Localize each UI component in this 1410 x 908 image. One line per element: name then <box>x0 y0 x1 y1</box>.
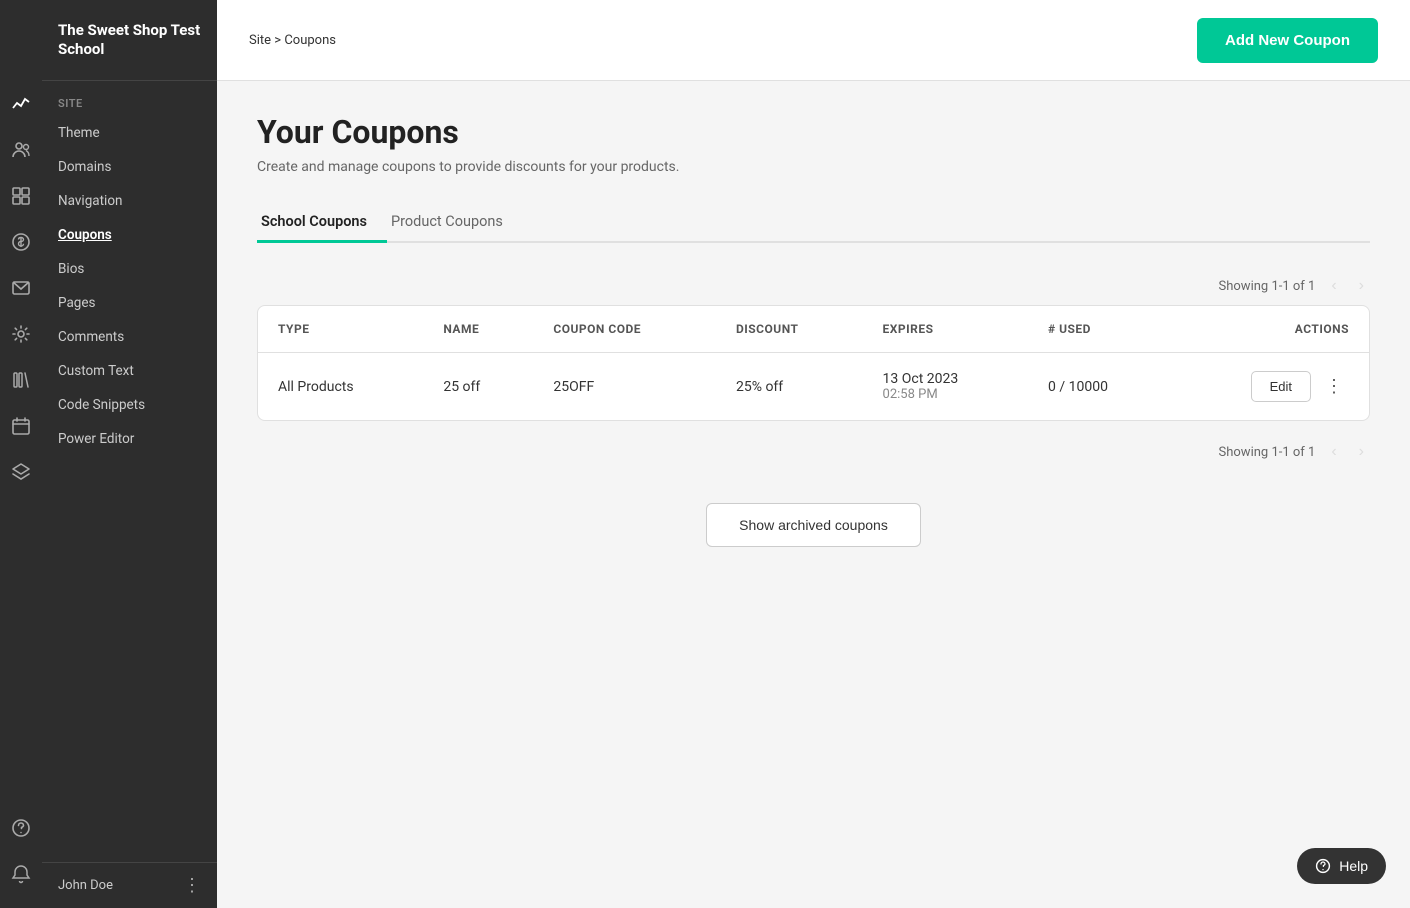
row-type: All Products <box>258 353 423 421</box>
page-subtitle: Create and manage coupons to provide dis… <box>257 159 1370 175</box>
row-actions: Edit ⋮ <box>1171 353 1369 421</box>
add-coupon-button[interactable]: Add New Coupon <box>1197 18 1378 63</box>
sidebar-label-custom-text: Custom Text <box>58 363 134 379</box>
notification-rail-icon[interactable] <box>7 860 35 888</box>
col-expires: EXPIRES <box>863 306 1028 353</box>
sidebar-item-domains[interactable]: Domains <box>42 150 217 184</box>
sidebar-item-bios[interactable]: Bios <box>42 252 217 286</box>
row-name: 25 off <box>423 353 533 421</box>
breadcrumb-separator: > <box>274 33 281 48</box>
sidebar-label-power-editor: Power Editor <box>58 431 134 447</box>
help-rail-icon[interactable] <box>7 814 35 842</box>
calendar-icon[interactable] <box>7 412 35 440</box>
sidebar-label-pages: Pages <box>58 295 96 311</box>
row-code: 25OFF <box>533 353 716 421</box>
help-circle-icon <box>1315 858 1331 874</box>
sidebar-label-theme: Theme <box>58 125 100 141</box>
dollar-icon[interactable] <box>7 228 35 256</box>
tab-product-coupons[interactable]: Product Coupons <box>387 203 523 243</box>
pagination-top-text: Showing 1-1 of 1 <box>1219 279 1316 294</box>
sidebar-item-code-snippets[interactable]: Code Snippets <box>42 388 217 422</box>
sidebar-item-navigation[interactable]: Navigation <box>42 184 217 218</box>
archived-row: Show archived coupons <box>257 503 1370 547</box>
col-used: # USED <box>1028 306 1171 353</box>
show-archived-button[interactable]: Show archived coupons <box>706 503 921 547</box>
main-content: Site > Coupons Add New Coupon Your Coupo… <box>217 0 1410 908</box>
help-button[interactable]: Help <box>1297 848 1386 884</box>
table-row: All Products 25 off 25OFF 25% off 13 Oct… <box>258 353 1369 421</box>
page-content: Your Coupons Create and manage coupons t… <box>217 81 1410 908</box>
sidebar: The Sweet Shop Test School SITE Theme Do… <box>42 0 217 908</box>
pagination-bottom-text: Showing 1-1 of 1 <box>1219 445 1316 460</box>
site-section-label: SITE <box>42 81 217 116</box>
pagination-next-top[interactable]: › <box>1353 275 1370 297</box>
user-name: John Doe <box>58 878 113 893</box>
edit-coupon-button[interactable]: Edit <box>1251 371 1311 402</box>
row-discount: 25% off <box>716 353 863 421</box>
sidebar-item-custom-text[interactable]: Custom Text <box>42 354 217 388</box>
coupons-table: TYPE NAME COUPON CODE DISCOUNT EXPIRES #… <box>257 305 1370 421</box>
col-code: COUPON CODE <box>533 306 716 353</box>
col-actions: ACTIONS <box>1171 306 1369 353</box>
users-icon[interactable] <box>7 136 35 164</box>
topbar: Site > Coupons Add New Coupon <box>217 0 1410 81</box>
coupons-tabs: School Coupons Product Coupons <box>257 203 1370 243</box>
more-actions-button[interactable]: ⋮ <box>1319 374 1349 399</box>
row-used: 0 / 10000 <box>1028 353 1171 421</box>
icon-rail <box>0 0 42 908</box>
pagination-bottom: Showing 1-1 of 1 ‹ › <box>257 433 1370 471</box>
pagination-prev-bottom[interactable]: ‹ <box>1325 441 1342 463</box>
row-expires: 13 Oct 2023 02:58 PM <box>863 353 1028 421</box>
dashboard-icon[interactable] <box>7 182 35 210</box>
pagination-next-bottom[interactable]: › <box>1353 441 1370 463</box>
sidebar-item-comments[interactable]: Comments <box>42 320 217 354</box>
sidebar-label-coupons: Coupons <box>58 227 112 243</box>
user-menu-icon[interactable]: ⋮ <box>183 875 201 896</box>
sidebar-item-coupons[interactable]: Coupons <box>42 218 217 252</box>
expires-date: 13 Oct 2023 <box>883 371 1008 387</box>
col-discount: DISCOUNT <box>716 306 863 353</box>
sidebar-label-bios: Bios <box>58 261 84 277</box>
table-header-row: TYPE NAME COUPON CODE DISCOUNT EXPIRES #… <box>258 306 1369 353</box>
layers-icon[interactable] <box>7 458 35 486</box>
table: TYPE NAME COUPON CODE DISCOUNT EXPIRES #… <box>258 306 1369 420</box>
sidebar-label-comments: Comments <box>58 329 124 345</box>
col-name: NAME <box>423 306 533 353</box>
page-title: Your Coupons <box>257 113 1370 151</box>
expires-time: 02:58 PM <box>883 387 1008 402</box>
sidebar-user: John Doe ⋮ <box>42 862 217 908</box>
sidebar-item-theme[interactable]: Theme <box>42 116 217 150</box>
breadcrumb: Site > Coupons <box>249 33 336 48</box>
tab-school-coupons[interactable]: School Coupons <box>257 203 387 243</box>
sidebar-item-power-editor[interactable]: Power Editor <box>42 422 217 456</box>
analytics-icon[interactable] <box>7 90 35 118</box>
col-type: TYPE <box>258 306 423 353</box>
library-icon[interactable] <box>7 366 35 394</box>
pagination-top: Showing 1-1 of 1 ‹ › <box>257 267 1370 305</box>
pagination-prev-top[interactable]: ‹ <box>1325 275 1342 297</box>
sidebar-label-navigation: Navigation <box>58 193 122 209</box>
help-label: Help <box>1339 858 1368 874</box>
sidebar-label-code-snippets: Code Snippets <box>58 397 145 413</box>
settings-icon[interactable] <box>7 320 35 348</box>
sidebar-item-pages[interactable]: Pages <box>42 286 217 320</box>
sidebar-label-domains: Domains <box>58 159 111 175</box>
mail-icon[interactable] <box>7 274 35 302</box>
breadcrumb-site: Site <box>249 33 271 48</box>
breadcrumb-current: Coupons <box>284 33 336 48</box>
school-name: The Sweet Shop Test School <box>42 0 217 81</box>
